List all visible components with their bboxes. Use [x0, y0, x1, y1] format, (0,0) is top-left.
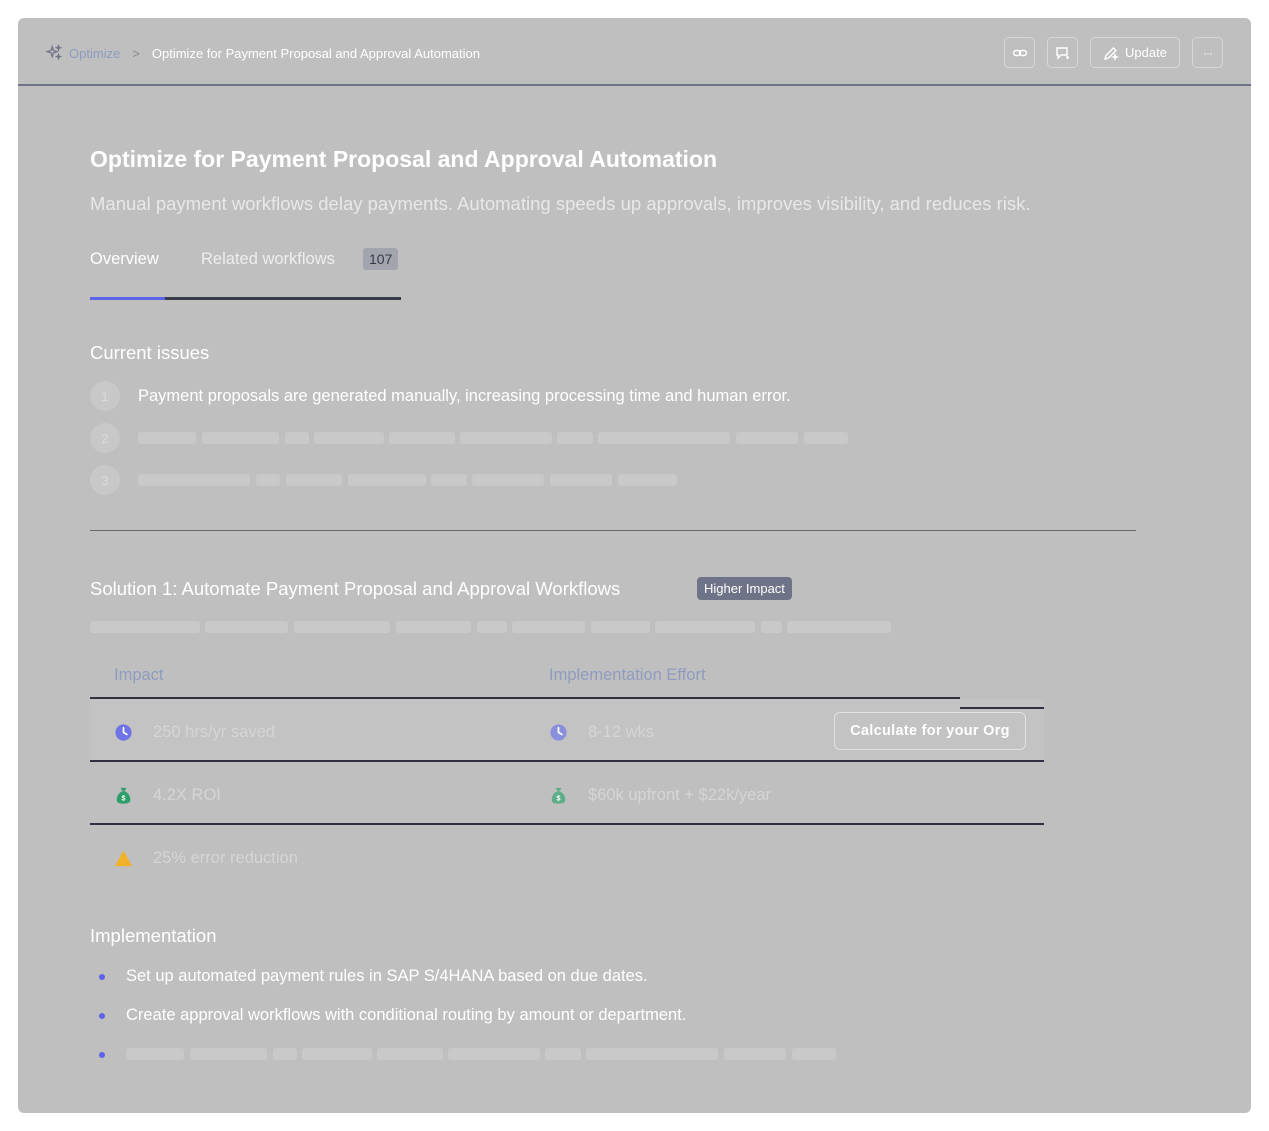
copy-link-button[interactable]	[1004, 37, 1035, 68]
impact-value: 250 hrs/yr saved	[153, 722, 275, 741]
calculate-for-org-button[interactable]: Calculate for your Org	[834, 712, 1026, 750]
more-options-button[interactable]: ···	[1192, 37, 1223, 68]
current-issues-heading: Current issues	[90, 342, 210, 363]
related-workflows-count-badge: 107	[363, 248, 399, 270]
list-bullet	[99, 1052, 105, 1058]
issue-item: 2	[90, 423, 120, 453]
list-bullet	[99, 974, 105, 980]
money-bag-icon: $	[116, 787, 131, 804]
table-divider	[90, 760, 1044, 762]
section-divider	[90, 530, 1136, 531]
sparkle-icon	[45, 44, 63, 61]
effort-value: 8-12 wks	[588, 722, 655, 741]
update-button-label: Update	[1125, 45, 1167, 60]
effort-value: $60k upfront + $22k/year	[588, 785, 771, 804]
breadcrumb: Optimize > Optimize for Payment Proposal…	[18, 44, 480, 62]
effort-column-header: Implementation Effort	[549, 666, 706, 684]
breadcrumb-current: Optimize for Payment Proposal and Approv…	[151, 45, 480, 61]
table-cell: $ $60k upfront + $22k/year	[549, 783, 771, 807]
breadcrumb-root-link[interactable]: Optimize	[69, 46, 120, 61]
app-window: Optimize > Optimize for Payment Proposal…	[18, 18, 1251, 1113]
implementation-item: Create approval workflows with condition…	[126, 1006, 687, 1024]
more-icon: ···	[1203, 45, 1213, 60]
svg-text:$: $	[557, 794, 561, 802]
page-title: Optimize for Payment Proposal and Approv…	[90, 146, 718, 172]
table-cell: $ 4.2X ROI	[114, 783, 221, 807]
list-bullet	[99, 1013, 105, 1019]
money-bag-icon: $	[551, 787, 566, 804]
issue-text: Payment proposals are generated manually…	[138, 386, 791, 405]
impact-badge: Higher Impact	[697, 577, 792, 600]
top-bar: Optimize > Optimize for Payment Proposal…	[18, 18, 1251, 86]
table-cell: 250 hrs/yr saved	[114, 720, 275, 744]
clock-icon	[550, 723, 567, 741]
table-divider	[960, 707, 1044, 709]
issue-number: 3	[90, 465, 120, 495]
solution-description-placeholder	[90, 621, 891, 633]
issue-number: 1	[90, 381, 120, 411]
comment-icon	[1055, 46, 1069, 60]
tab-active-indicator	[90, 297, 165, 300]
tab-underline	[90, 297, 401, 300]
issue-number: 2	[90, 423, 120, 453]
tab-bar: Overview Related workflows 107	[90, 248, 401, 300]
update-button[interactable]: Update	[1090, 37, 1180, 68]
implementation-loading-placeholder	[126, 1048, 836, 1060]
issue-item: 1 Payment proposals are generated manual…	[90, 381, 791, 411]
link-icon	[1012, 49, 1027, 56]
tab-related-workflows[interactable]: Related workflows	[201, 250, 335, 269]
warning-icon	[114, 849, 133, 866]
issue-item: 3	[90, 465, 120, 495]
issue-loading-placeholder	[138, 432, 848, 444]
table-divider	[90, 697, 960, 699]
clock-icon	[115, 723, 132, 741]
impact-value: 4.2X ROI	[153, 785, 221, 804]
breadcrumb-separator: >	[132, 45, 140, 61]
tab-overview[interactable]: Overview	[90, 250, 159, 269]
table-cell: 25% error reduction	[114, 846, 298, 870]
comment-button[interactable]	[1047, 37, 1078, 68]
edit-sparkle-icon	[1104, 46, 1120, 61]
page-subtitle: Manual payment workflows delay payments.…	[90, 193, 1031, 214]
table-divider	[90, 823, 1044, 825]
svg-text:$: $	[122, 794, 126, 802]
table-cell: 8-12 wks	[549, 720, 654, 744]
impact-column-header: Impact	[114, 666, 164, 684]
impact-value: 25% error reduction	[153, 848, 298, 867]
implementation-heading: Implementation	[90, 925, 217, 946]
implementation-item: Set up automated payment rules in SAP S/…	[126, 967, 648, 985]
issue-loading-placeholder	[138, 474, 678, 486]
solution-title: Solution 1: Automate Payment Proposal an…	[90, 578, 621, 599]
